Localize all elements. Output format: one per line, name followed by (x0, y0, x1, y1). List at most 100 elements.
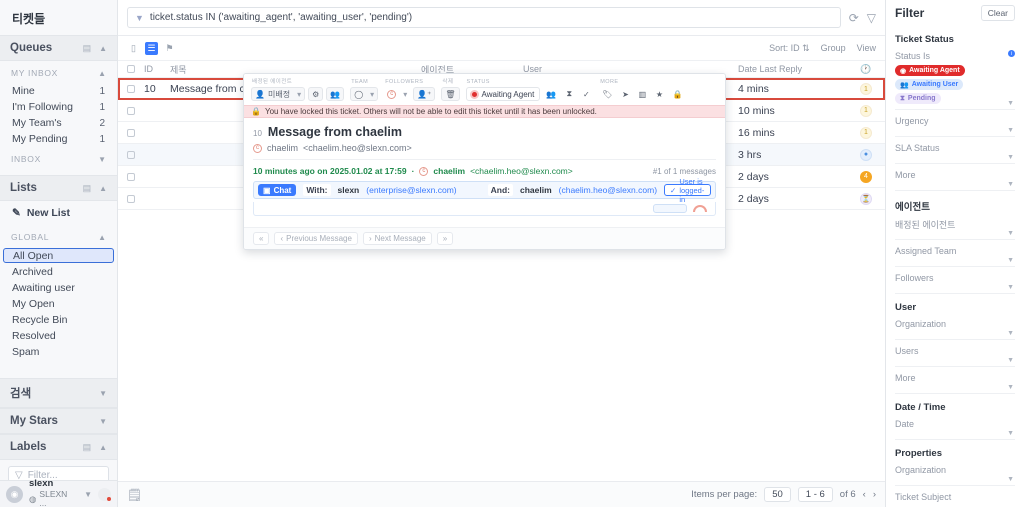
filter-field-sla-status[interactable]: SLA Status ▼ (895, 142, 1015, 164)
new-list-button[interactable]: ✎ New List (0, 201, 117, 225)
chat-with-email[interactable]: (enterprise@slexn.com) (366, 185, 456, 195)
refresh-icon[interactable]: ⟳ (849, 11, 859, 25)
group-control[interactable]: Group (821, 43, 846, 53)
view-control[interactable]: View (857, 43, 876, 53)
sidebar-item-recycle-bin[interactable]: Recycle Bin (0, 312, 117, 328)
chat-and-email[interactable]: (chaelim.heo@slexn.com) (559, 185, 657, 195)
first-message-button[interactable]: « (253, 232, 270, 245)
hourglass-icon: ⧗ (900, 94, 905, 102)
follower-avatar-icon[interactable]: c ▾ (384, 87, 410, 101)
sidebar-item-spam[interactable]: Spam (0, 344, 117, 360)
kanban-view-icon[interactable]: ⚑ (163, 42, 176, 55)
chevron-down-icon[interactable]: ▼ (1007, 127, 1014, 134)
chevron-down-icon[interactable]: ▼ (84, 490, 92, 499)
filter-field-urgency[interactable]: Urgency ▼ (895, 115, 1015, 137)
sidebar-group-inbox[interactable]: INBOX ▼ (0, 147, 117, 169)
items-per-page-select[interactable]: 50 (764, 487, 791, 502)
filter-field-status-is[interactable]: Status Is i ◉ Awaiting Agent 👥 Awaiting Us… (895, 50, 1015, 110)
star-icon[interactable]: ★ (652, 87, 666, 101)
query-input[interactable]: ▼ ticket.status IN ('awaiting_agent', 'a… (127, 7, 841, 28)
previous-message-button[interactable]: ‹ Previous Message (274, 232, 358, 245)
filter-field-assigned-team[interactable]: Assigned Team ▼ (895, 245, 1015, 267)
filter-field-more-user[interactable]: More ▼ (895, 372, 1015, 394)
select-all-checkbox[interactable] (127, 65, 135, 73)
filter-field-assigned-agent[interactable]: 배정된 에이전트 ▼ (895, 218, 1015, 240)
sidebar-group-global[interactable]: GLOBAL ▲ (0, 225, 117, 247)
sidebar-item-my-open[interactable]: My Open (0, 296, 117, 312)
page-range[interactable]: 1 - 6 (797, 487, 833, 502)
sidebar-section-labels[interactable]: Labels ▤ ▲ (0, 434, 117, 460)
row-checkbox[interactable] (127, 106, 135, 115)
sort-control[interactable]: Sort: ID ⇅ (769, 43, 810, 54)
sidebar-item-mine[interactable]: Mine 1 (0, 83, 117, 99)
sidebar-section-queues[interactable]: Queues ▤ ▲ (0, 35, 117, 61)
filter-field-date[interactable]: Date ▼ (895, 418, 1015, 440)
row-checkbox[interactable] (127, 128, 135, 137)
chevron-down-icon[interactable]: ▼ (1007, 230, 1014, 237)
tag-icon[interactable]: 🏷 (599, 87, 615, 101)
column-header-id[interactable]: ID (144, 64, 170, 74)
chevron-down-icon[interactable]: ▼ (1007, 100, 1014, 107)
status-button[interactable]: Awaiting Agent (465, 87, 541, 101)
resolve-check-icon[interactable]: ✓ (579, 87, 593, 101)
column-header-date-last-reply[interactable]: Date Last Reply (738, 64, 856, 74)
sidebar-item-all-open[interactable]: All Open (3, 248, 114, 263)
chevron-down-icon[interactable]: ▼ (1007, 154, 1014, 161)
chip-awaiting-user[interactable]: 👥 Awaiting User (895, 79, 964, 90)
filter-field-more-status[interactable]: More ▼ (895, 169, 1015, 191)
chevron-down-icon[interactable]: ▼ (1007, 284, 1014, 291)
merge-icon[interactable]: ▥ (635, 87, 649, 101)
chevron-down-icon[interactable]: ▼ (1007, 181, 1014, 188)
sidebar-item-awaiting-user[interactable]: Awaiting user (0, 280, 117, 296)
chip-awaiting-agent[interactable]: ◉ Awaiting Agent (895, 65, 965, 76)
filter-field-ticket-subject[interactable]: Ticket Subject (895, 491, 1015, 507)
clear-filters-button[interactable]: Clear (980, 5, 1015, 21)
previous-page-button[interactable]: ‹ (863, 489, 866, 500)
chevron-down-icon[interactable]: ▼ (1007, 384, 1014, 391)
last-message-button[interactable]: » (436, 232, 454, 245)
sidebar-group-my-inbox[interactable]: MY INBOX ▲ (0, 61, 117, 83)
sidebar-item-im-following[interactable]: I'm Following 1 (0, 99, 117, 115)
sidebar-item-my-teams[interactable]: My Team's 2 (0, 115, 117, 131)
sidebar-item-my-pending[interactable]: My Pending 1 (0, 131, 117, 147)
chevron-down-icon[interactable]: ▼ (1007, 357, 1014, 364)
row-checkbox[interactable] (127, 172, 135, 181)
row-checkbox[interactable] (127, 150, 135, 159)
sidebar-item-archived[interactable]: Archived (0, 264, 117, 280)
list-view-icon[interactable]: ☰ (145, 41, 158, 55)
notifications-icon[interactable] (98, 487, 111, 501)
export-icon[interactable]: 🗒 (127, 488, 142, 502)
lock-icon[interactable]: 🔒 (669, 87, 685, 101)
sidebar-user-account[interactable]: ◉ slexn ◍ SLEXN ... ▼ (0, 479, 117, 507)
filter-field-users[interactable]: Users ▼ (895, 345, 1015, 367)
row-checkbox[interactable] (127, 85, 135, 93)
filter-field-organization[interactable]: Organization ▼ (895, 318, 1015, 340)
chevron-down-icon[interactable]: ▼ (1007, 330, 1014, 337)
card-view-icon[interactable]: ▯ (127, 42, 140, 55)
sidebar-section-my-stars[interactable]: My Stars ▼ (0, 408, 117, 434)
chevron-down-icon[interactable]: ▼ (1007, 476, 1014, 483)
chip-pending[interactable]: ⧗ Pending (895, 93, 941, 104)
row-checkbox[interactable] (127, 194, 135, 203)
filter-field-followers[interactable]: Followers ▼ (895, 272, 1015, 294)
follower-add-icon[interactable]: 👤⁺ (413, 87, 436, 101)
trash-icon[interactable]: 🗑 (441, 87, 460, 101)
gear-icon[interactable]: ⚙ (308, 87, 324, 101)
team-icon[interactable]: ◯ ▾ (350, 87, 379, 101)
assign-user-icon[interactable]: 👥 (543, 87, 559, 101)
sidebar-section-lists[interactable]: Lists ▤ ▲ (0, 175, 117, 201)
next-message-button[interactable]: › Next Message (362, 232, 432, 245)
filter-field-properties-organization[interactable]: Organization ▼ (895, 464, 1015, 486)
pending-icon[interactable]: ⧗ (562, 87, 576, 101)
info-icon[interactable]: i (1008, 50, 1015, 57)
assigned-agent-dropdown[interactable]: 👤 미배정 ▾ (251, 87, 306, 101)
send-icon[interactable]: ➤ (618, 87, 632, 101)
chevron-down-icon[interactable]: ▼ (1007, 430, 1014, 437)
chevron-down-icon[interactable]: ▼ (1007, 257, 1014, 264)
next-page-button[interactable]: › (873, 489, 876, 500)
sidebar-item-resolved[interactable]: Resolved (0, 328, 117, 344)
person-add-icon[interactable]: 👥 (326, 87, 345, 101)
requester-name: chaelim (267, 143, 299, 153)
filter-icon[interactable]: ▽ (867, 11, 876, 25)
sidebar-section-search[interactable]: 검색 ▼ (0, 378, 117, 408)
